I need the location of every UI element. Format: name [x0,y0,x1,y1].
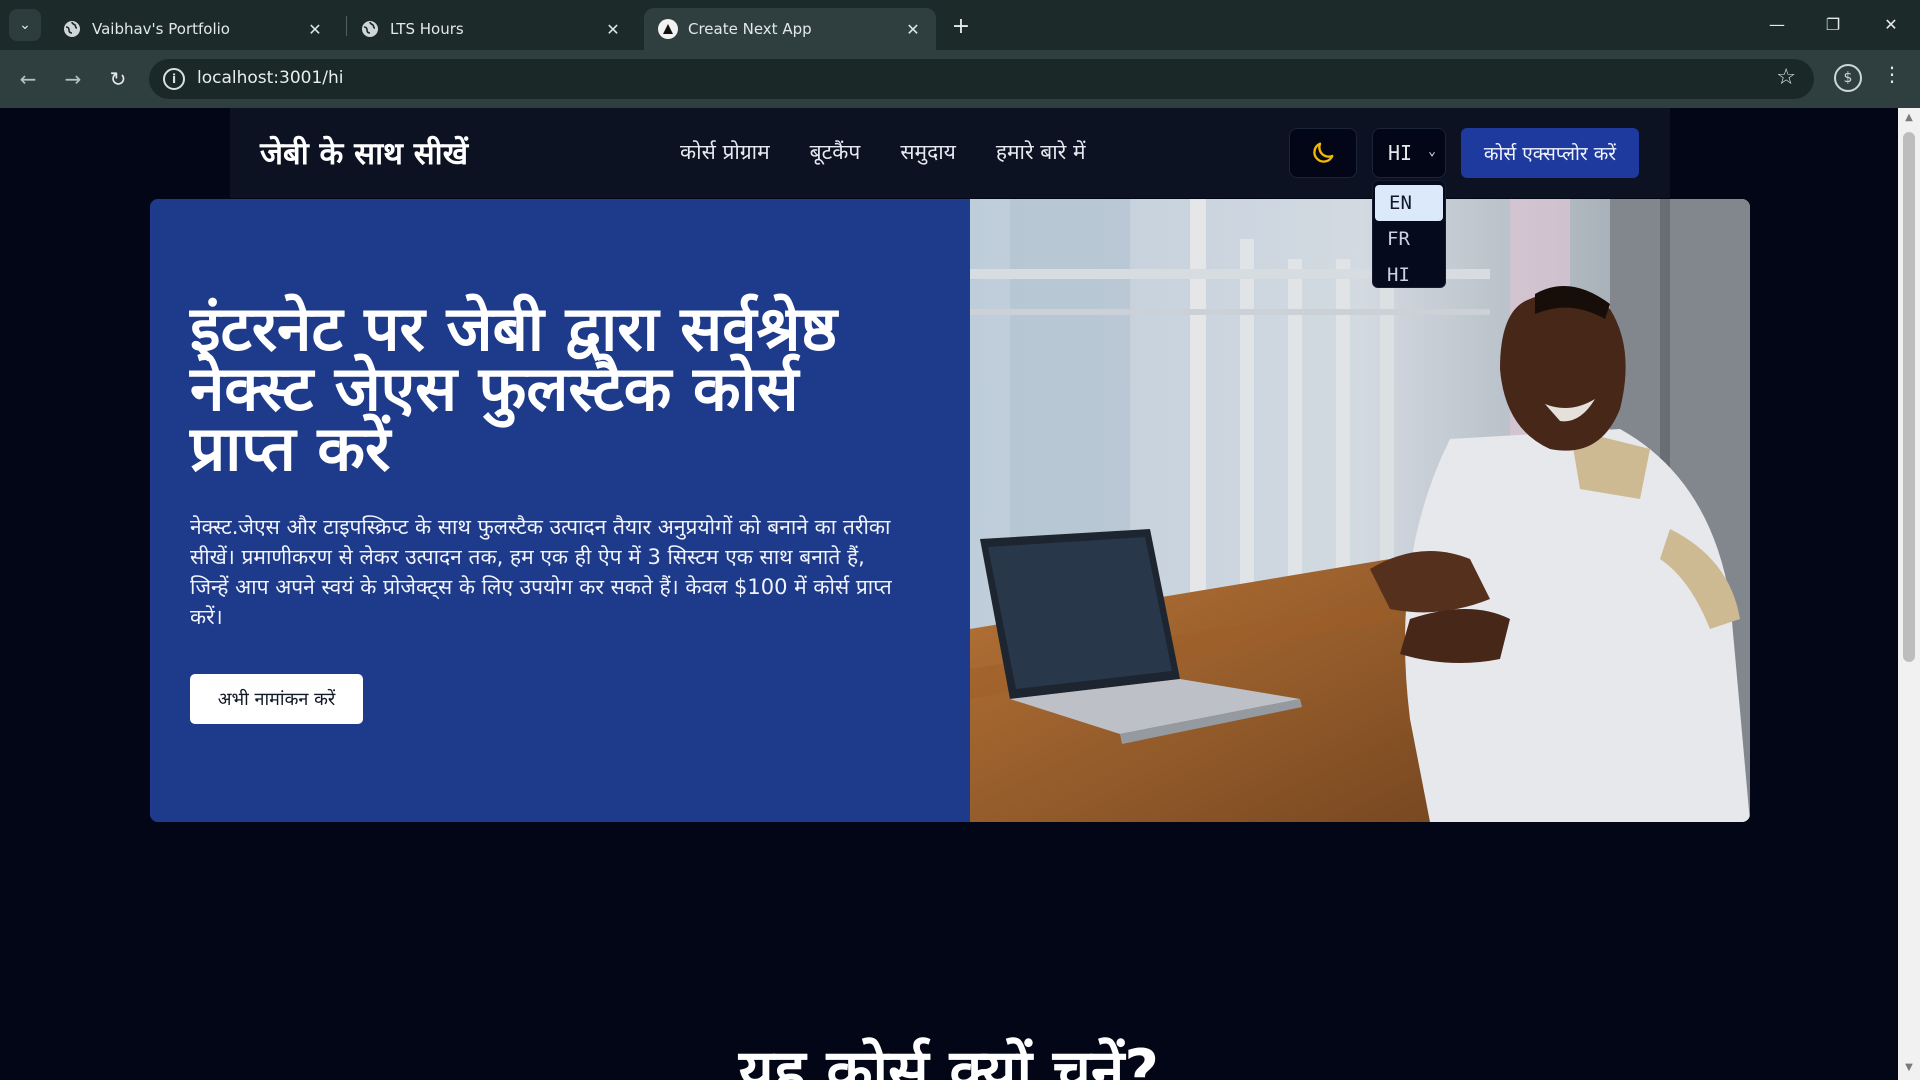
tab-search-button[interactable]: ⌄ [9,9,41,41]
enroll-now-button[interactable]: अभी नामांकन करें [190,674,363,724]
minimize-icon: — [1769,14,1785,34]
close-icon: ✕ [1884,14,1898,34]
language-option-fr[interactable]: FR [1373,221,1445,257]
globe-icon [360,19,380,39]
nav-link-community[interactable]: समुदाय [900,138,956,166]
chevron-down-icon: ⌄ [1428,144,1436,159]
tab-title: LTS Hours [390,20,464,38]
close-window-button[interactable]: ✕ [1871,8,1911,40]
nextjs-triangle-icon [658,19,678,39]
browser-tab-bar: ⌄ Vaibhav's Portfolio ✕ LTS Hours ✕ Crea… [0,0,1920,50]
language-option-en[interactable]: EN [1375,185,1443,221]
hero-description: नेक्स्ट.जेएस और टाइपस्क्रिप्ट के साथ फुल… [190,515,892,629]
url-text[interactable]: localhost:3001/hi [197,68,344,88]
chevron-down-icon: ⌄ [19,17,31,33]
close-icon[interactable]: ✕ [306,20,324,39]
minimize-button[interactable]: — [1757,8,1797,40]
hero-title: इंटरनेट पर जेबी द्वारा सर्वश्रेष्ठ नेक्स… [190,292,838,485]
language-dropdown-menu: EN FR HI [1372,180,1446,288]
browser-tab-create-next-app[interactable]: Create Next App ✕ [644,8,936,50]
close-icon[interactable]: ✕ [904,20,922,39]
web-page: जेबी के साथ सीखें कोर्स प्रोग्राम बूटकैं… [0,108,1898,1080]
nav-link-courses[interactable]: कोर्स प्रोग्राम [680,138,770,166]
browser-toolbar: ← → ↻ i localhost:3001/hi ☆ $ ⋮ [0,50,1920,108]
site-header: जेबी के साथ सीखें कोर्स प्रोग्राम बूटकैं… [230,108,1670,198]
plus-icon: + [951,13,971,39]
language-selected-value: HI [1388,141,1413,165]
forward-button[interactable]: → [58,64,88,94]
globe-icon [62,19,82,39]
scroll-up-icon[interactable]: ▲ [1903,112,1915,124]
browser-tab-portfolio[interactable]: Vaibhav's Portfolio ✕ [48,8,338,50]
site-info-icon[interactable]: i [163,68,185,90]
tab-title: Vaibhav's Portfolio [92,20,230,38]
reload-button[interactable]: ↻ [103,64,133,94]
moon-icon [1313,142,1334,163]
hero-section: इंटरनेट पर जेबी द्वारा सर्वश्रेष्ठ नेक्स… [150,199,1750,822]
restore-icon: ❐ [1825,14,1841,34]
restore-button[interactable]: ❐ [1813,8,1853,40]
explore-courses-button[interactable]: कोर्स एक्सप्लोर करें [1461,128,1639,178]
hero-content: इंटरनेट पर जेबी द्वारा सर्वश्रेष्ठ नेक्स… [150,199,970,822]
scrollbar-thumb[interactable] [1903,132,1915,662]
why-choose-heading: यह कोर्स क्यों चुनें? [738,1037,1160,1080]
site-logo[interactable]: जेबी के साथ सीखें [260,132,468,174]
hero-photo [970,199,1750,822]
address-bar[interactable]: i localhost:3001/hi ☆ [149,59,1814,99]
browser-menu-icon[interactable]: ⋮ [1882,62,1902,86]
language-select[interactable]: HI ⌄ [1372,128,1446,178]
nav-link-about[interactable]: हमारे बारे में [996,138,1086,166]
tab-title: Create Next App [688,20,812,38]
arrow-right-icon: → [64,67,82,91]
language-option-hi[interactable]: HI [1373,257,1445,293]
new-tab-button[interactable]: + [947,12,975,40]
nav-link-bootcamp[interactable]: बूटकैंप [810,138,861,166]
page-scrollbar[interactable]: ▲ ▼ [1898,108,1920,1080]
profile-avatar-icon[interactable]: $ [1834,64,1862,92]
arrow-left-icon: ← [19,67,37,91]
close-icon[interactable]: ✕ [604,20,622,39]
bookmark-star-icon[interactable]: ☆ [1776,65,1796,90]
scroll-down-icon[interactable]: ▼ [1903,1062,1915,1074]
back-button[interactable]: ← [13,64,43,94]
browser-tab-lts-hours[interactable]: LTS Hours ✕ [346,8,636,50]
main-nav: कोर्स प्रोग्राम बूटकैंप समुदाय हमारे बार… [680,138,1086,166]
reload-icon: ↻ [109,67,127,91]
theme-toggle-button[interactable] [1289,128,1357,178]
